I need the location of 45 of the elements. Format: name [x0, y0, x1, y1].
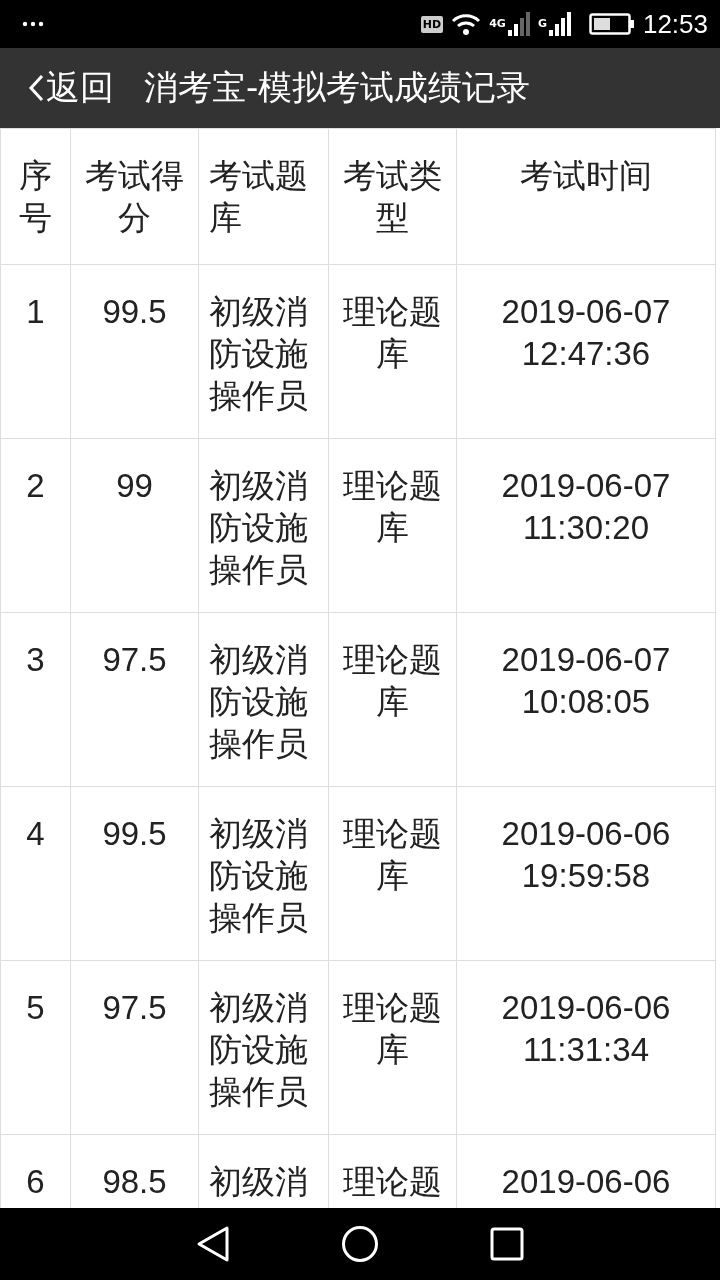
table-cell: 99.5 [71, 265, 199, 439]
recents-nav-icon[interactable] [490, 1227, 525, 1261]
back-nav-icon[interactable] [195, 1225, 230, 1263]
table-cell: 5 [1, 961, 71, 1135]
table-cell: 3 [1, 613, 71, 787]
table-cell: 99.5 [71, 787, 199, 961]
back-icon [28, 73, 44, 103]
table-cell: 初级消防设施操作员 [199, 787, 329, 961]
table-cell: 理论题库 [329, 787, 457, 961]
more-icon [22, 21, 44, 27]
signal-icon [507, 12, 530, 36]
table-cell: 97.5 [71, 613, 199, 787]
table-cell: 1 [1, 265, 71, 439]
network-label: G [537, 16, 547, 30]
table-cell: 初级消防设施操作员 [199, 265, 329, 439]
wifi-icon [451, 12, 482, 36]
table-cell: 2019-06-06 11:31:34 [457, 961, 716, 1135]
table-cell: 2019-06-07 11:30:20 [457, 439, 716, 613]
home-nav-icon[interactable] [341, 1225, 379, 1263]
table-cell: 97.5 [71, 961, 199, 1135]
table-cell: 初级消防设施操作员 [199, 961, 329, 1135]
table-cell: 理论题库 [329, 439, 457, 613]
table-cell: 2019-06-07 12:47:36 [457, 265, 716, 439]
page-title: 消考宝-模拟考试成绩记录 [144, 66, 531, 109]
table-cell: 2019-06-07 10:08:05 [457, 613, 716, 787]
signal-icon [548, 12, 571, 36]
hd-badge: HD [420, 15, 444, 33]
table-cell: 理论题库 [329, 613, 457, 787]
column-header: 考试类型 [329, 129, 457, 265]
table-cell: 初级消防设施操作员 [199, 439, 329, 613]
table-cell: 2019-06-06 19:59:58 [457, 787, 716, 961]
table-cell: 初级消防设施操作员 [199, 613, 329, 787]
table-cell: 99 [71, 439, 199, 613]
column-header: 序号 [1, 129, 71, 265]
table-cell: 理论题库 [329, 961, 457, 1135]
clock: 12:53 [642, 8, 708, 40]
network-label: 4G [489, 16, 506, 30]
table-cell: 理论题库 [329, 265, 457, 439]
back-button[interactable]: 返回 [28, 65, 114, 111]
battery-icon [588, 13, 635, 35]
column-header: 考试得分 [71, 129, 199, 265]
column-header: 考试时间 [457, 129, 716, 265]
column-header: 考试题库 [199, 129, 329, 265]
table-cell: 2 [1, 439, 71, 613]
table-cell: 4 [1, 787, 71, 961]
